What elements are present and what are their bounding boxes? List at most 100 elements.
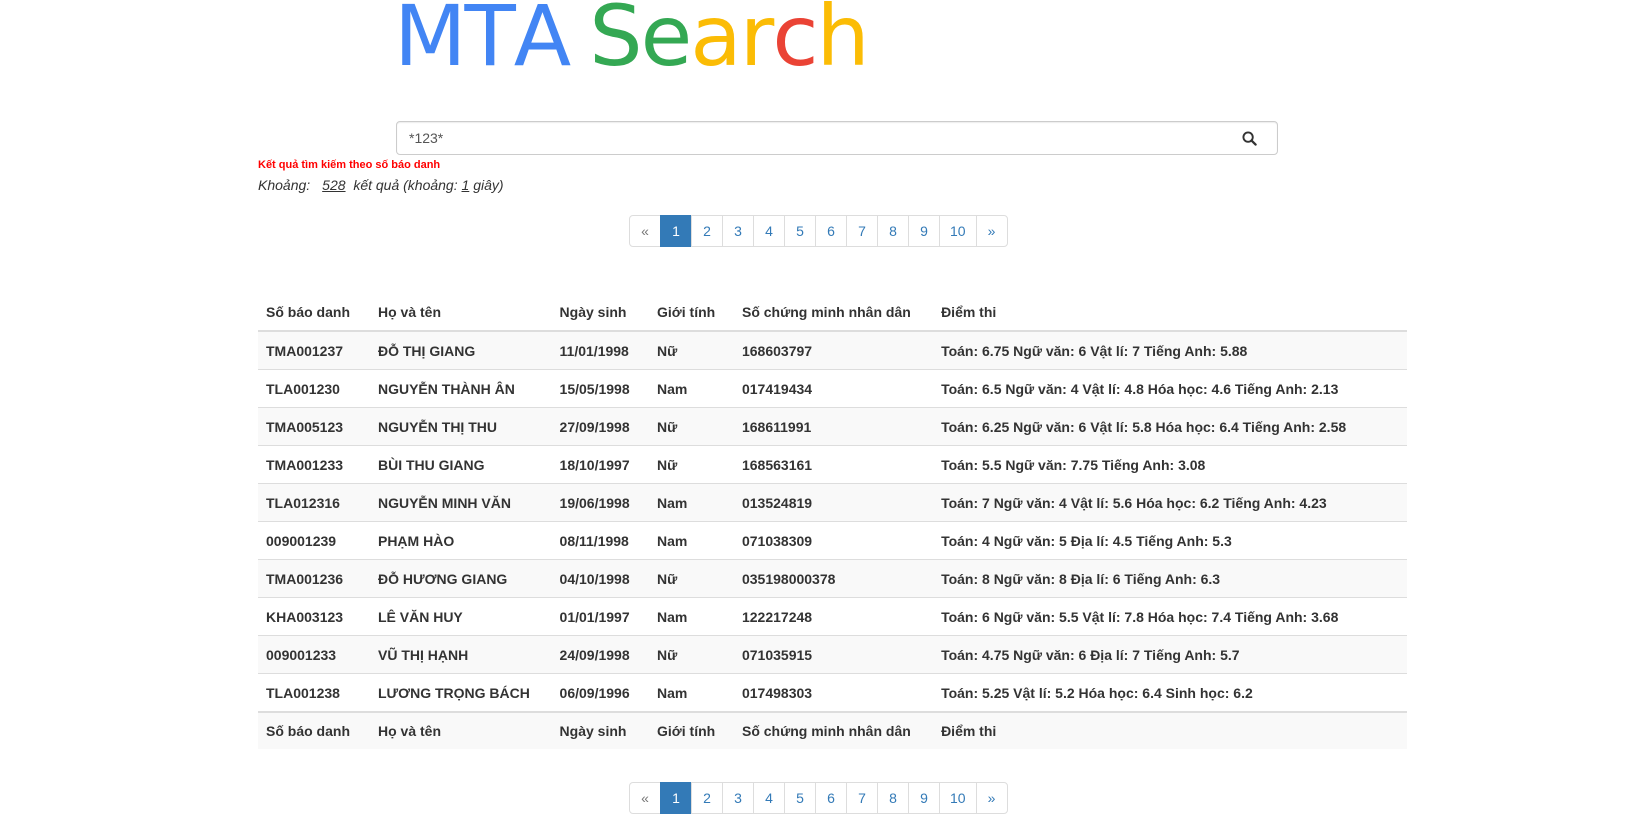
pagination-page-bottom[interactable]: 8 <box>877 782 909 814</box>
cell-full-name: ĐỖ THỊ GIANG <box>369 330 552 370</box>
result-type-label: Kết quả tìm kiếm theo số báo danh <box>258 159 441 171</box>
cell-id-number: 071035915 <box>733 635 934 674</box>
cell-full-name: ĐỖ HƯƠNG GIANG <box>369 559 552 598</box>
pagination-page-top[interactable]: 5 <box>784 215 816 247</box>
cell-id-number: 168603797 <box>733 330 934 370</box>
logo-letter: r <box>739 0 775 85</box>
pagination-page-top[interactable]: 4 <box>753 215 785 247</box>
table-row: TLA012316 NGUYỄN MINH VĂN 19/06/1998 Nam 013… <box>258 483 1407 522</box>
table-row: KHA003123 LÊ VĂN HUY 01/01/1997 Nam 12221724… <box>258 597 1407 636</box>
pagination-next-bottom[interactable]: » <box>975 782 1008 814</box>
search-bar <box>396 121 1278 155</box>
cell-gender: Nữ <box>649 330 734 370</box>
cell-candidate-id: 009001239 <box>258 521 370 560</box>
logo-letter: h <box>816 0 870 85</box>
cell-id-number: 013524819 <box>733 483 934 522</box>
table-footer-row: Số báo danh Họ và tên Ngày sinh Giới tính Số… <box>258 711 1407 749</box>
pagination-page-bottom[interactable]: 5 <box>784 782 816 814</box>
column-header: Số chứng minh nhân dân <box>733 294 934 332</box>
pagination-page-bottom[interactable]: 1 <box>660 782 692 814</box>
search-input[interactable] <box>397 122 1217 154</box>
cell-scores: Toán: 8 Ngữ văn: 8 Địa lí: 6 Tiếng Anh: … <box>933 559 1407 598</box>
table-body: TMA001237 ĐỖ THỊ GIANG 11/01/1998 Nữ 1686037… <box>258 330 1407 712</box>
table-row: 009001239 PHẠM HÀO 08/11/1998 Nam 071038309 T… <box>258 521 1407 560</box>
column-header: Giới tính <box>649 711 734 749</box>
cell-id-number: 122217248 <box>733 597 934 636</box>
pagination-page-top[interactable]: 8 <box>877 215 909 247</box>
search-button[interactable] <box>1221 122 1277 154</box>
cell-birth-date: 18/10/1997 <box>551 445 650 484</box>
cell-candidate-id: KHA003123 <box>258 597 370 636</box>
cell-gender: Nam <box>649 369 734 408</box>
cell-birth-date: 24/09/1998 <box>551 635 650 674</box>
cell-birth-date: 19/06/1998 <box>551 483 650 522</box>
column-header: Ngày sinh <box>551 711 650 749</box>
cell-gender: Nam <box>649 483 734 522</box>
pagination-bottom: «1 2 3 4 5 6 7 8 9 10» <box>629 782 1008 814</box>
cell-scores: Toán: 4 Ngữ văn: 5 Địa lí: 4.5 Tiếng Anh… <box>933 521 1407 560</box>
cell-birth-date: 08/11/1998 <box>551 521 650 560</box>
results-table: Số báo danh Họ và tên Ngày sinh Giới tính Số… <box>258 294 1407 749</box>
cell-full-name: NGUYỄN MINH VĂN <box>369 483 552 522</box>
pagination-next-top[interactable]: » <box>975 215 1008 247</box>
column-header: Họ và tên <box>369 294 552 332</box>
logo[interactable]: MTA Search <box>394 0 870 85</box>
cell-gender: Nam <box>649 597 734 636</box>
logo-letter: M <box>394 0 466 85</box>
pagination-prev-bottom[interactable]: « <box>629 782 661 814</box>
cell-id-number: 035198000378 <box>733 559 934 598</box>
cell-scores: Toán: 6 Ngữ văn: 5.5 Vật lí: 7.8 Hóa học… <box>933 597 1407 636</box>
pagination-page-bottom[interactable]: 7 <box>846 782 878 814</box>
cell-gender: Nữ <box>649 559 734 598</box>
cell-scores: Toán: 5.25 Vật lí: 5.2 Hóa học: 6.4 Sinh… <box>933 673 1407 712</box>
cell-scores: Toán: 6.75 Ngữ văn: 6 Vật lí: 7 Tiếng An… <box>933 330 1407 370</box>
pagination-page-top[interactable]: 6 <box>815 215 847 247</box>
pagination-prev-top[interactable]: « <box>629 215 661 247</box>
cell-id-number: 071038309 <box>733 521 934 560</box>
cell-birth-date: 06/09/1996 <box>551 673 650 712</box>
cell-gender: Nữ <box>649 407 734 446</box>
pagination-top: «1 2 3 4 5 6 7 8 9 10» <box>629 215 1008 247</box>
pagination-page-top[interactable]: 1 <box>660 215 692 247</box>
table-row: TMA001236 ĐỖ HƯƠNG GIANG 04/10/1998 Nữ 03519… <box>258 559 1407 598</box>
pagination-page-bottom[interactable]: 2 <box>691 782 723 814</box>
pagination-page-top[interactable]: 10 <box>939 215 977 247</box>
cell-gender: Nam <box>649 521 734 560</box>
pagination-page-bottom[interactable]: 9 <box>908 782 940 814</box>
pagination-page-bottom[interactable]: 4 <box>753 782 785 814</box>
cell-candidate-id: TLA001238 <box>258 673 370 712</box>
cell-birth-date: 01/01/1997 <box>551 597 650 636</box>
pagination-page-top[interactable]: 2 <box>691 215 723 247</box>
result-count-suffix: giây) <box>473 177 504 193</box>
result-count: Khoảng: 528 kết quả (khoảng: 1 giây) <box>258 177 504 193</box>
table-row: TMA005123 NGUYỄN THỊ THU 27/09/1998 Nữ 16861… <box>258 407 1407 446</box>
column-header: Số báo danh <box>258 294 370 332</box>
table-header-row: Số báo danh Họ và tên Ngày sinh Giới tính Số… <box>258 294 1407 332</box>
cell-full-name: BÙI THU GIANG <box>369 445 552 484</box>
cell-candidate-id: TMA001233 <box>258 445 370 484</box>
logo-letter: e <box>640 0 693 85</box>
cell-full-name: PHẠM HÀO <box>369 521 552 560</box>
cell-birth-date: 27/09/1998 <box>551 407 650 446</box>
table-row: TMA001233 BÙI THU GIANG 18/10/1997 Nữ 168563… <box>258 445 1407 484</box>
column-header: Giới tính <box>649 294 734 332</box>
pagination-page-bottom[interactable]: 3 <box>722 782 754 814</box>
cell-scores: Toán: 7 Ngữ văn: 4 Vật lí: 5.6 Hóa học: … <box>933 483 1407 522</box>
logo-letter: S <box>589 0 642 85</box>
cell-candidate-id: TMA005123 <box>258 407 370 446</box>
pagination-page-bottom[interactable]: 6 <box>815 782 847 814</box>
search-icon <box>1241 130 1257 146</box>
cell-full-name: NGUYỄN THỊ THU <box>369 407 552 446</box>
pagination-page-top[interactable]: 9 <box>908 215 940 247</box>
cell-gender: Nữ <box>649 445 734 484</box>
cell-id-number: 017419434 <box>733 369 934 408</box>
result-count-middle: kết quả (khoảng: <box>353 177 458 193</box>
cell-scores: Toán: 4.75 Ngữ văn: 6 Địa lí: 7 Tiếng An… <box>933 635 1407 674</box>
cell-id-number: 168611991 <box>733 407 934 446</box>
column-header: Họ và tên <box>369 711 552 749</box>
page: MTA Search Kết quả tìm kiếm theo số báo … <box>0 0 1637 837</box>
cell-id-number: 017498303 <box>733 673 934 712</box>
pagination-page-top[interactable]: 7 <box>846 215 878 247</box>
pagination-page-bottom[interactable]: 10 <box>939 782 977 814</box>
pagination-page-top[interactable]: 3 <box>722 215 754 247</box>
